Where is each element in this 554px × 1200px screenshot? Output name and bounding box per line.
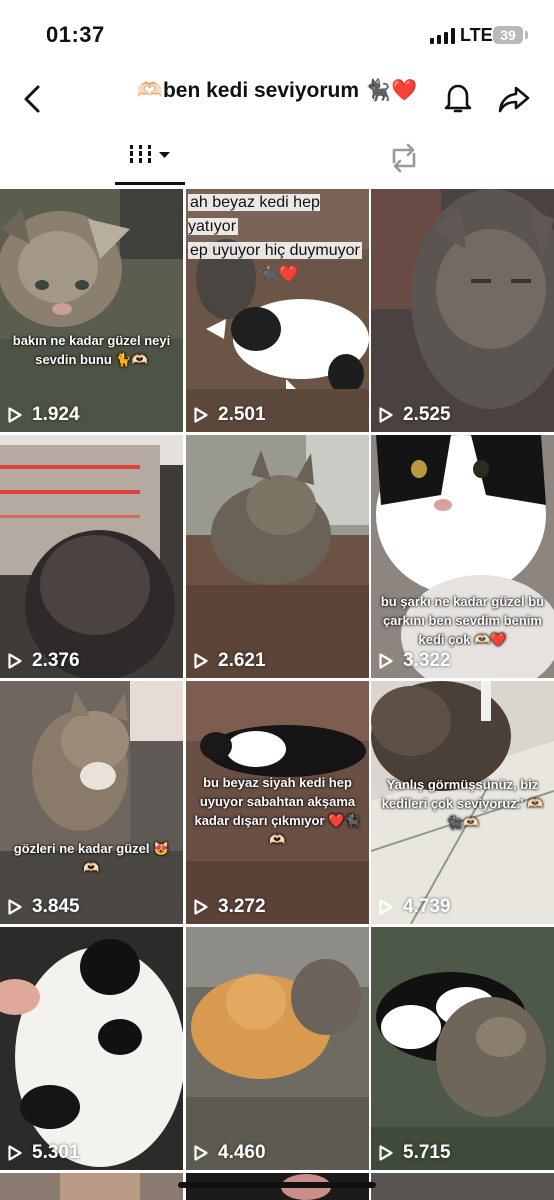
cat-photo [371,927,554,1170]
video-caption: bakın ne kadar güzel neyi sevdin bunu 🐈🫶… [12,333,171,367]
view-count: 5.715 [379,1142,451,1164]
cat-photo [186,435,369,678]
view-count: 3.322 [379,650,451,672]
page-title: 🫶🏻ben kedi seviyorum 🐈‍⬛❤️ [136,79,418,102]
cat-photo [186,927,369,1170]
video-thumbnail[interactable]: 2.525 [371,189,554,432]
video-thumbnail[interactable]: 4.460 [186,927,369,1170]
view-count-value: 3.322 [403,650,451,671]
play-icon [8,653,22,669]
cat-photo [371,189,554,432]
view-count: 2.501 [194,404,266,426]
play-icon [8,407,22,423]
active-tab-indicator [115,182,185,185]
play-icon [379,899,393,915]
play-icon [194,407,208,423]
content-tabs [0,132,554,186]
cat-photo [0,1173,183,1200]
view-count-value: 5.301 [32,1142,80,1163]
video-caption: gözleri ne kadar güzel 😻🫶🏻 [13,841,170,875]
share-button[interactable] [496,80,532,116]
cat-photo [371,1173,554,1200]
view-count-value: 2.501 [218,404,266,425]
battery-icon: 39 [493,26,523,44]
chevron-left-icon [24,85,40,113]
tab-videos-grid[interactable] [115,132,185,184]
tab-reposts[interactable] [380,136,428,180]
video-thumbnail-partial[interactable] [371,1173,554,1200]
video-caption: bu şarkı ne kadar güzel bu çarkını ben s… [380,594,545,647]
view-count: 2.525 [379,404,451,426]
play-icon [379,1145,393,1161]
view-count: 4.739 [379,896,451,918]
play-icon [194,1145,208,1161]
view-count-value: 3.845 [32,896,80,917]
view-count-value: 2.376 [32,650,80,671]
signal-icon [430,28,456,44]
bell-icon [444,84,472,113]
view-count: 4.460 [194,1142,266,1164]
cat-photo [0,435,183,678]
battery-tip [525,31,528,39]
view-count: 2.376 [8,650,80,672]
video-grid: bakın ne kadar güzel neyi sevdin bunu 🐈🫶… [0,187,554,1200]
repost-icon [392,143,416,173]
back-button[interactable] [16,82,50,116]
grid-columns-icon [130,145,170,163]
caption-line: ep uyuyor hiç duymuyor [188,242,362,259]
view-count-value: 4.460 [218,1142,266,1163]
status-time: 01:37 [46,22,105,47]
view-count-value: 3.272 [218,896,266,917]
view-count: 2.621 [194,650,266,672]
view-count: 3.272 [194,896,266,918]
network-label: LTE [460,25,493,45]
video-caption: Yanlış görmüşsünüz, biz kedileri çok sev… [381,777,544,830]
home-indicator[interactable] [178,1182,376,1188]
play-icon [8,1145,22,1161]
video-thumbnail[interactable]: bu şarkı ne kadar güzel bu çarkını ben s… [371,435,554,678]
share-arrow-icon [498,86,530,113]
video-caption-top: ah beyaz kedi hep yatıyor ep uyuyor hiç … [186,191,369,287]
status-bar: 01:37 LTE 39 [0,0,554,70]
view-count: 3.845 [8,896,80,918]
video-thumbnail[interactable]: ah beyaz kedi hep yatıyor ep uyuyor hiç … [186,189,369,432]
view-count-value: 2.525 [403,404,451,425]
cat-photo [0,189,183,432]
video-thumbnail[interactable]: bu beyaz siyah kedi hep uyuyor sabahtan … [186,681,369,924]
play-icon [379,407,393,423]
view-count: 5.301 [8,1142,80,1164]
video-thumbnail[interactable]: 2.621 [186,435,369,678]
view-count-value: 1.924 [32,404,80,425]
play-icon [8,899,22,915]
view-count-value: 4.739 [403,896,451,917]
video-thumbnail-partial[interactable] [0,1173,183,1200]
video-thumbnail[interactable]: Yanlış görmüşsünüz, biz kedileri çok sev… [371,681,554,924]
video-thumbnail[interactable]: 5.301 [0,927,183,1170]
view-count-value: 5.715 [403,1142,451,1163]
video-thumbnail[interactable]: 2.376 [0,435,183,678]
video-thumbnail[interactable]: 5.715 [371,927,554,1170]
notification-button[interactable] [440,80,476,116]
view-count: 1.924 [8,404,80,426]
play-icon [379,653,393,669]
play-icon [194,899,208,915]
cat-photo [0,927,183,1170]
video-caption: bu beyaz siyah kedi hep uyuyor sabahtan … [194,775,361,847]
playlist-header: 🫶🏻ben kedi seviyorum 🐈‍⬛❤️ [0,70,554,126]
caption-emoji: 🐈‍⬛❤️ [258,266,299,283]
view-count-value: 2.621 [218,650,266,671]
play-icon [194,653,208,669]
video-thumbnail[interactable]: bakın ne kadar güzel neyi sevdin bunu 🐈🫶… [0,189,183,432]
caption-line: ah beyaz kedi hep yatıyor [188,194,320,235]
cat-photo [0,681,183,924]
video-thumbnail[interactable]: gözleri ne kadar güzel 😻🫶🏻 3.845 [0,681,183,924]
